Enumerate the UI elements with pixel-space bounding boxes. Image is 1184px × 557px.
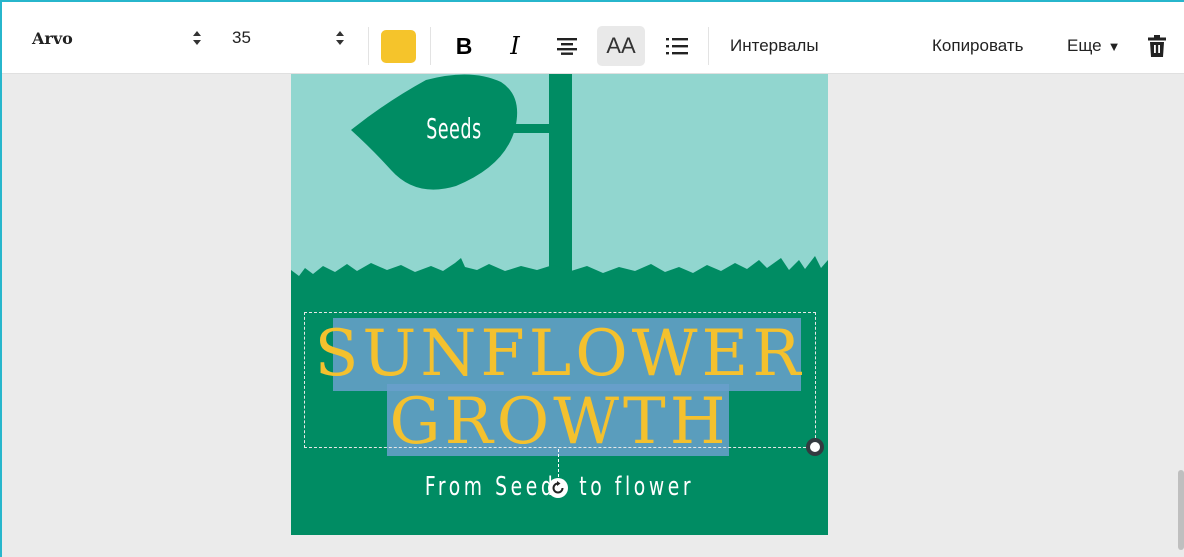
stem — [549, 74, 572, 289]
spacing-label: Интервалы — [730, 36, 819, 55]
design-canvas[interactable]: Seeds SUNFLOWER GROWTH From Seeds to flo… — [291, 74, 828, 535]
list-icon — [666, 38, 688, 55]
copy-label: Копировать — [932, 36, 1024, 55]
text-color-swatch[interactable] — [381, 30, 416, 63]
uppercase-label: AA — [606, 33, 636, 58]
delete-button[interactable] — [1148, 26, 1166, 66]
list-button[interactable] — [660, 26, 694, 66]
bold-button[interactable]: B — [449, 26, 479, 66]
align-center-button[interactable] — [551, 26, 583, 66]
scrollbar-thumb[interactable] — [1178, 470, 1184, 550]
selection-box[interactable] — [304, 312, 816, 448]
window-left-border — [0, 0, 2, 557]
toolbar-divider — [368, 27, 369, 65]
resize-handle[interactable] — [806, 438, 824, 456]
font-size-chevron-icon[interactable] — [335, 2, 345, 74]
rotate-guide-line — [558, 449, 559, 477]
font-family-chevron-icon[interactable] — [192, 2, 202, 74]
bold-label: B — [455, 32, 473, 59]
more-label: Еще — [1067, 36, 1102, 55]
align-center-icon — [557, 38, 577, 55]
font-family-value: Arvo — [32, 28, 73, 48]
rotate-icon — [552, 481, 564, 494]
toolbar-divider — [430, 27, 431, 65]
text-toolbar: Arvo 35 B I AA Интервалы Копировать Еще … — [2, 2, 1184, 74]
font-size-input[interactable]: 35 — [232, 2, 251, 74]
toolbar-divider — [708, 27, 709, 65]
uppercase-button[interactable]: AA — [597, 26, 645, 66]
rotate-handle[interactable] — [548, 478, 568, 498]
font-family-select[interactable]: Arvo — [32, 2, 73, 74]
scene-artwork — [291, 74, 828, 535]
spacing-button[interactable]: Интервалы — [730, 26, 819, 66]
italic-button[interactable]: I — [500, 26, 530, 66]
sign-text: Seeds — [426, 112, 482, 145]
caret-down-icon: ▼ — [1107, 38, 1121, 54]
italic-label: I — [510, 32, 520, 60]
more-dropdown[interactable]: Еще ▼ — [1067, 26, 1120, 66]
copy-button[interactable]: Копировать — [932, 26, 1024, 66]
font-size-value: 35 — [232, 28, 251, 47]
trash-icon — [1148, 35, 1166, 57]
